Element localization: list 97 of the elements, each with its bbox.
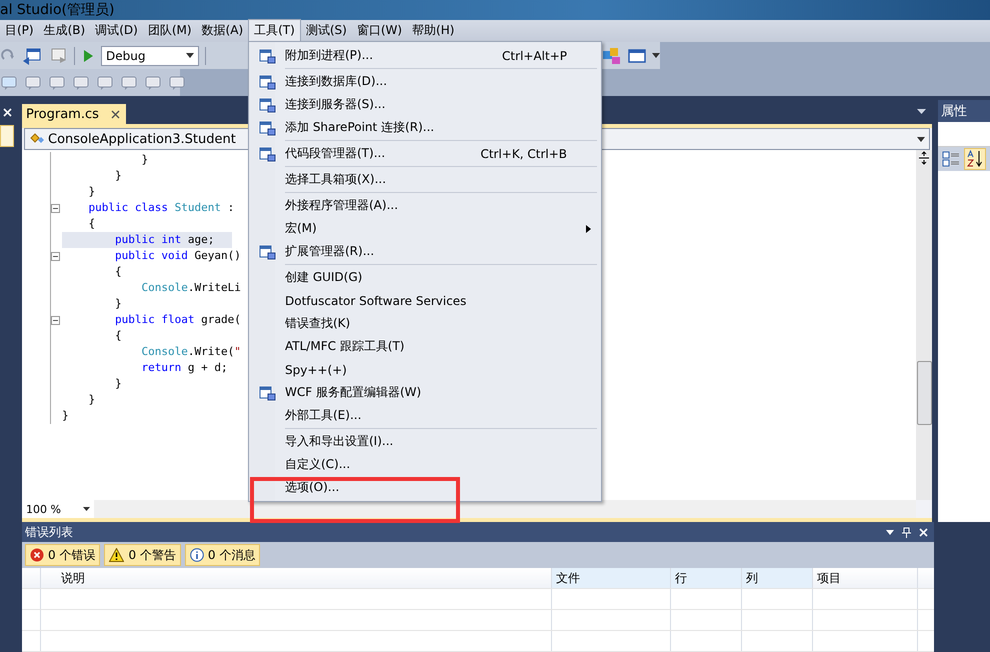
panel-title: 属性	[941, 103, 967, 120]
menu-item[interactable]: 导入和导出设置(I)...	[249, 430, 601, 453]
submenu-arrow-icon	[586, 224, 591, 232]
code-line: Console.Write("	[140, 344, 241, 360]
scrollbar-thumb[interactable]	[916, 361, 932, 425]
menu-item[interactable]: 窗口(W)	[352, 20, 408, 42]
menu-item[interactable]: 生成(B)	[38, 20, 90, 42]
zoom-dropdown[interactable]: 100 %	[22, 500, 94, 518]
close-icon[interactable]	[110, 110, 120, 118]
window-icon	[258, 146, 276, 162]
configuration-dropdown[interactable]: Debug	[101, 46, 199, 66]
window-icon	[258, 48, 276, 64]
menu-item[interactable]: 连接到数据库(D)...	[249, 70, 601, 93]
menu-item[interactable]: 团队(M)	[142, 20, 197, 42]
comment-icon[interactable]	[0, 74, 18, 90]
menu-item[interactable]: ATL/MFC 跟踪工具(T)	[249, 335, 601, 358]
windows-icon[interactable]	[602, 46, 622, 64]
menu-item[interactable]: 错误查找(K)	[249, 312, 601, 335]
dropdown-icon[interactable]	[917, 109, 926, 114]
code-line: }	[114, 376, 122, 392]
filter-button[interactable]: 0 个错误	[25, 544, 100, 566]
dropdown-icon[interactable]	[886, 530, 894, 534]
column-header[interactable]: 项目	[813, 568, 918, 588]
pin-icon[interactable]	[902, 526, 911, 538]
code-line: {	[114, 264, 122, 280]
document-tab[interactable]: Program.cs	[22, 104, 126, 124]
code-line: }	[87, 184, 96, 200]
code-line: }	[114, 168, 122, 184]
code-line: public class Student :	[87, 200, 234, 216]
caret-icon	[186, 53, 194, 58]
menu-item[interactable]: 工具(T)	[248, 19, 301, 42]
window-icon	[258, 120, 276, 136]
comment-icon[interactable]	[168, 74, 186, 90]
window-icon	[258, 244, 276, 260]
code-line: }	[140, 152, 148, 168]
menu-item[interactable]: 选项(O)...	[249, 476, 601, 499]
collapse-icon[interactable]	[51, 252, 60, 260]
comment-icon[interactable]	[24, 74, 42, 90]
collapse-icon[interactable]	[51, 204, 60, 212]
caret-icon[interactable]	[652, 53, 660, 58]
class-icon	[29, 132, 45, 146]
vertical-scrollbar[interactable]	[916, 150, 932, 500]
window-icon	[258, 74, 276, 90]
menu-item[interactable]: 添加 SharePoint 连接(R)...	[249, 116, 601, 139]
column-header[interactable]: 列	[742, 568, 813, 588]
column-header[interactable]: 文件	[552, 568, 671, 588]
play-icon[interactable]	[81, 48, 95, 64]
code-line: return g + d;	[140, 360, 228, 376]
menu-item[interactable]: 创建 GUID(G)	[249, 266, 601, 289]
menu-item[interactable]: Dotfuscator Software Services	[249, 289, 601, 312]
comment-icon[interactable]	[96, 74, 114, 90]
comment-icon[interactable]	[144, 74, 162, 90]
code-line: Console.WriteLi	[140, 280, 241, 296]
menu-item[interactable]: 附加到进程(P)... Ctrl+Alt+P	[249, 44, 601, 67]
code-line: {	[87, 216, 96, 232]
menu-item[interactable]: 代码段管理器(T)... Ctrl+K, Ctrl+B	[249, 142, 601, 165]
comment-icon[interactable]	[48, 74, 66, 90]
warning-icon	[109, 548, 124, 562]
menu-item[interactable]: 扩展管理器(R)...	[249, 240, 601, 263]
code-line: }	[87, 392, 96, 408]
filter-button[interactable]: 0 个警告	[104, 544, 181, 566]
sort-alphabetical-icon[interactable]	[964, 148, 986, 170]
code-line: public float grade(	[114, 312, 241, 328]
caret-icon	[83, 507, 90, 511]
menu-item[interactable]: 目(P)	[0, 20, 39, 42]
menu-item[interactable]: Spy++(+)	[249, 358, 601, 381]
caret-icon	[917, 136, 925, 142]
comment-icon[interactable]	[72, 74, 90, 90]
split-icon[interactable]	[917, 150, 931, 166]
collapse-icon[interactable]	[51, 316, 60, 324]
code-line: {	[114, 328, 122, 344]
comment-icon[interactable]	[120, 74, 138, 90]
horizontal-scrollbar[interactable]	[94, 500, 916, 518]
error-icon	[30, 548, 44, 562]
menu-item[interactable]: 数据(A)	[196, 20, 248, 42]
menu-item[interactable]: 帮助(H)	[407, 20, 460, 42]
menu-item[interactable]: 宏(M)	[249, 217, 601, 240]
filter-button[interactable]: 0 个消息	[184, 544, 260, 566]
menu-item[interactable]: 外部工具(E)...	[249, 404, 601, 427]
menu-item[interactable]: 测试(S)	[300, 20, 352, 42]
code-line: public void Geyan()	[114, 248, 241, 264]
window-title: al Studio(管理员)	[0, 1, 114, 19]
code-line: }	[62, 408, 69, 424]
menu-item[interactable]: 选择工具箱项(X)...	[249, 168, 601, 191]
window-icon	[258, 96, 276, 112]
menu-item[interactable]: 连接到服务器(S)...	[249, 93, 601, 116]
window-icon	[258, 384, 276, 400]
menu-item[interactable]: WCF 服务配置编辑器(W)	[249, 381, 601, 404]
column-header[interactable]: 行	[671, 568, 742, 588]
menu-item[interactable]: 调试(D)	[90, 20, 143, 42]
info-icon	[190, 548, 204, 562]
menu-item[interactable]: 自定义(C)...	[249, 453, 601, 476]
console-icon[interactable]	[628, 48, 646, 62]
categorized-icon[interactable]	[942, 150, 960, 168]
code-line: }	[114, 296, 122, 312]
menu-item[interactable]: 外接程序管理器(A)...	[249, 194, 601, 217]
panel-title: 错误列表	[25, 524, 73, 540]
